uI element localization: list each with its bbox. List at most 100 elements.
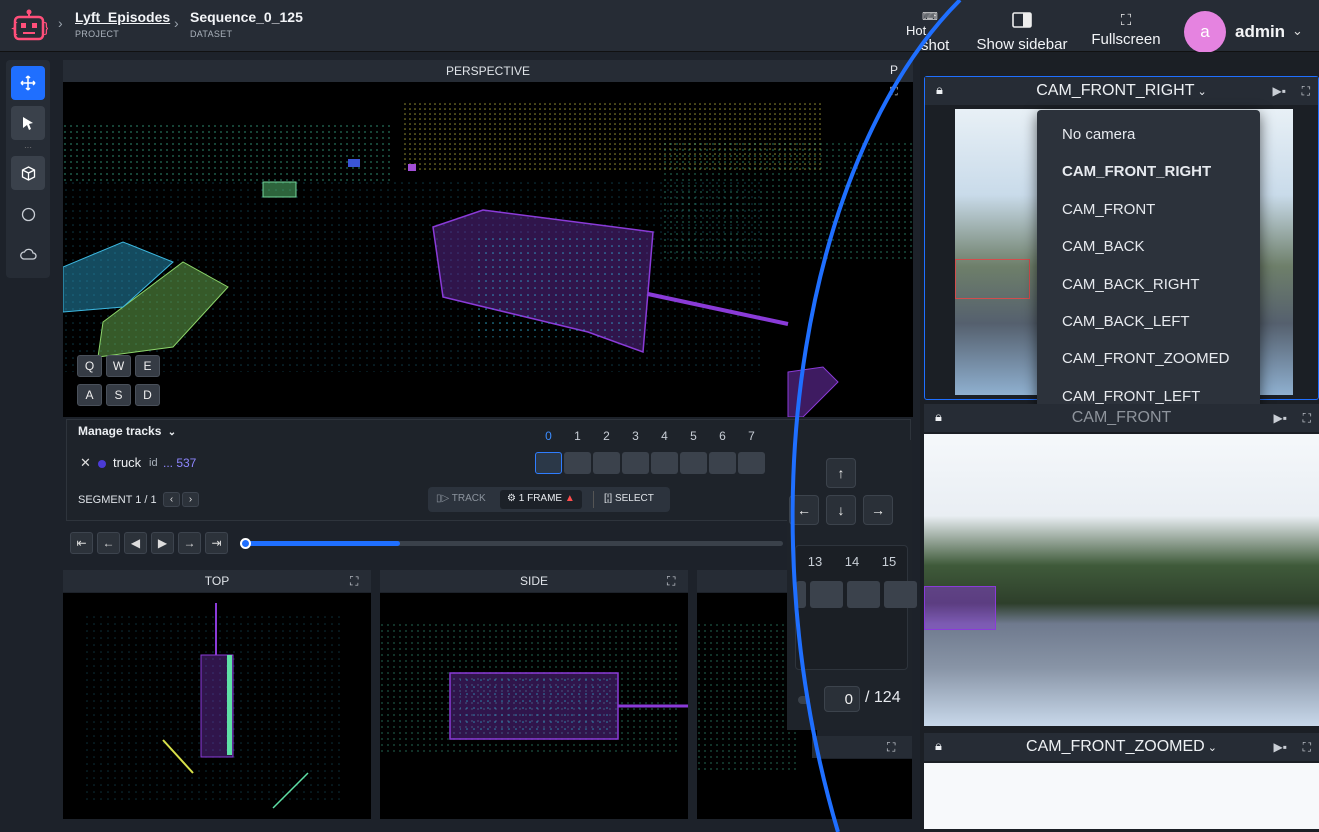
camera-panel-3: 🔒︎ CAM_FRONT_ZOOMED ⌄ ▶▪ ⛶ bbox=[924, 733, 1319, 832]
cuboid-tool-button[interactable] bbox=[11, 156, 45, 190]
prev-frame-button[interactable]: ← bbox=[97, 532, 120, 554]
lock-icon[interactable]: 🔒︎ bbox=[935, 409, 942, 425]
last-frame-button[interactable]: ⇥ bbox=[205, 532, 228, 554]
point-cloud-render bbox=[63, 102, 913, 417]
move-tool-button[interactable] bbox=[11, 66, 45, 100]
frame-number: 13 bbox=[807, 554, 823, 569]
project-name[interactable]: Lyft_Episodes bbox=[75, 9, 170, 25]
play-button[interactable]: ▶ bbox=[151, 532, 174, 554]
video-camera-icon[interactable]: ▶▪ bbox=[1273, 84, 1286, 98]
chevron-right-icon: › bbox=[58, 15, 63, 31]
frame-cell[interactable] bbox=[810, 581, 843, 608]
expand-icon[interactable]: ⛶ bbox=[1302, 84, 1310, 99]
segment-next-button[interactable]: › bbox=[182, 492, 199, 507]
keyboard-icon: ⌨ bbox=[922, 11, 938, 23]
frame-cell[interactable] bbox=[738, 452, 765, 474]
side-viewport[interactable] bbox=[380, 593, 688, 819]
video-camera-icon[interactable]: ▶▪ bbox=[1274, 411, 1287, 425]
show-sidebar-button[interactable]: Show sidebar bbox=[972, 12, 1072, 53]
select-tool-button[interactable] bbox=[11, 106, 45, 140]
close-icon[interactable]: ✕ bbox=[80, 455, 91, 471]
menu-item-cam-back-right[interactable]: CAM_BACK_RIGHT bbox=[1037, 266, 1260, 303]
playback-slider[interactable] bbox=[240, 538, 783, 549]
top-view-render bbox=[83, 603, 343, 809]
first-frame-button[interactable]: ⇤ bbox=[70, 532, 93, 554]
step-back-button[interactable]: ◀ bbox=[124, 532, 147, 554]
gear-icon: ⚙ bbox=[507, 493, 519, 504]
key-e[interactable]: E bbox=[135, 355, 160, 377]
top-viewport[interactable] bbox=[63, 593, 371, 819]
camera-2-select[interactable]: CAM_FRONT bbox=[1072, 409, 1172, 427]
expand-icon[interactable]: ⛶ bbox=[350, 574, 358, 589]
lock-icon[interactable]: 🔒︎ bbox=[936, 82, 943, 98]
expand-icon[interactable]: ⛶ bbox=[667, 574, 675, 589]
robot-logo-icon[interactable]: { } bbox=[10, 8, 48, 44]
menu-item-cam-front-zoomed[interactable]: CAM_FRONT_ZOOMED bbox=[1037, 340, 1260, 377]
segment-prev-button[interactable]: ‹ bbox=[163, 492, 180, 507]
manage-tracks-dropdown[interactable]: Manage tracks ⌄ bbox=[78, 424, 176, 438]
select-button[interactable]: [¦] SELECT bbox=[604, 493, 654, 504]
frame-cell[interactable] bbox=[680, 452, 707, 474]
circle-tool-button[interactable] bbox=[11, 197, 45, 231]
frame-mode-button[interactable]: ⚙ 1 FRAME ▲ bbox=[500, 490, 582, 509]
frame-cell[interactable] bbox=[593, 452, 620, 474]
frame-cell[interactable] bbox=[847, 581, 880, 608]
hotkeys-button[interactable]: ⌨ Hot bbox=[905, 10, 955, 38]
menu-item-cam-front[interactable]: CAM_FRONT bbox=[1037, 191, 1260, 228]
arrow-down-button[interactable]: ↓ bbox=[826, 495, 856, 525]
expand-icon[interactable]: ⛶ bbox=[1303, 740, 1311, 755]
next-frame-button[interactable]: → bbox=[178, 532, 201, 554]
expand-icon[interactable]: ⛶ bbox=[890, 86, 898, 99]
expand-icon[interactable]: ⛶ bbox=[1303, 411, 1311, 426]
track-button[interactable]: ▯▷ TRACK bbox=[436, 493, 486, 504]
camera-1-select[interactable]: CAM_FRONT_RIGHT ⌄ bbox=[1036, 82, 1207, 100]
perspective-viewport[interactable]: Q W E A S D bbox=[63, 82, 913, 417]
cloud-tool-button[interactable] bbox=[11, 237, 45, 271]
track-action-bar: ▯▷ TRACK ⚙ 1 FRAME ▲ [¦] SELECT bbox=[428, 487, 670, 512]
video-camera-icon[interactable]: ▶▪ bbox=[1274, 740, 1287, 754]
key-a[interactable]: A bbox=[77, 384, 102, 406]
frame-cell[interactable] bbox=[796, 581, 806, 608]
arrow-right-button[interactable]: → bbox=[863, 495, 893, 525]
key-q[interactable]: Q bbox=[77, 355, 102, 377]
breadcrumb-project[interactable]: Lyft_Episodes PROJECT bbox=[75, 9, 170, 39]
manage-tracks-label: Manage tracks bbox=[78, 424, 162, 438]
key-d[interactable]: D bbox=[135, 384, 160, 406]
chevron-down-icon: ⌄ bbox=[1194, 86, 1207, 98]
camera-3-select[interactable]: CAM_FRONT_ZOOMED ⌄ bbox=[1026, 738, 1217, 756]
current-frame-input[interactable]: 0 bbox=[824, 686, 860, 712]
menu-item-cam-front-right[interactable]: CAM_FRONT_RIGHT bbox=[1037, 153, 1260, 190]
key-s[interactable]: S bbox=[106, 384, 131, 406]
arrow-left-button[interactable]: ← bbox=[789, 495, 819, 525]
frame-cell[interactable] bbox=[651, 452, 678, 474]
arrow-up-button[interactable]: ↑ bbox=[826, 458, 856, 488]
zoomed-frame-numbers: 13 14 15 bbox=[800, 554, 904, 569]
menu-item-cam-back-left[interactable]: CAM_BACK_LEFT bbox=[1037, 303, 1260, 340]
frame-cell[interactable] bbox=[622, 452, 649, 474]
fullscreen-button[interactable]: ⛶ Fullscreen bbox=[1088, 12, 1164, 48]
tool-palette: ··· bbox=[6, 60, 50, 278]
user-name[interactable]: admin bbox=[1235, 22, 1285, 42]
menu-item-no-camera[interactable]: No camera bbox=[1037, 116, 1260, 153]
key-w[interactable]: W bbox=[106, 355, 131, 377]
track-id-label: id bbox=[149, 457, 158, 469]
frame-number: 3 bbox=[632, 429, 639, 443]
frame-cell[interactable] bbox=[709, 452, 736, 474]
playback-handle[interactable] bbox=[240, 538, 251, 549]
frame-cell[interactable] bbox=[884, 581, 917, 608]
zoomed-timeline: 13 14 15 bbox=[795, 545, 917, 670]
lock-icon[interactable]: 🔒︎ bbox=[935, 738, 942, 754]
chevron-down-icon[interactable]: ⌄ bbox=[1292, 23, 1303, 39]
avatar[interactable]: a bbox=[1184, 11, 1226, 53]
frame-cell[interactable] bbox=[535, 452, 562, 474]
perspective-title: PERSPECTIVE bbox=[445, 64, 531, 78]
expand-icon[interactable]: ⛶ bbox=[887, 740, 895, 755]
extra-viewport[interactable] bbox=[812, 759, 912, 819]
frame-number: 2 bbox=[603, 429, 610, 443]
warning-icon: ▲ bbox=[562, 493, 575, 504]
menu-item-cam-back[interactable]: CAM_BACK bbox=[1037, 228, 1260, 265]
frame-cell[interactable] bbox=[564, 452, 591, 474]
side-view-header: SIDE bbox=[380, 570, 688, 592]
camera-2-image bbox=[924, 434, 1319, 726]
camera-panel-2: 🔒︎ CAM_FRONT ▶▪ ⛶ bbox=[924, 404, 1319, 728]
